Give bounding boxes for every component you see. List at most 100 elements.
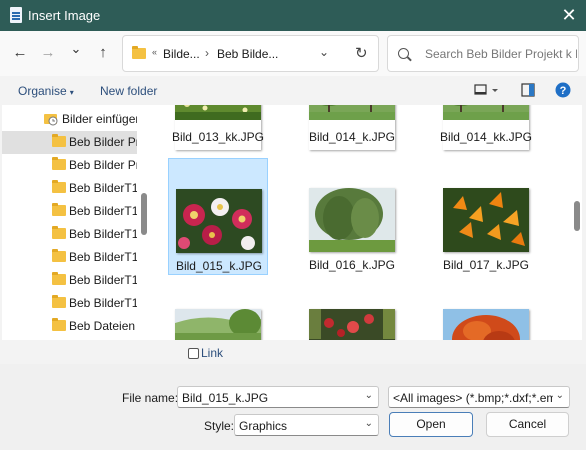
folder-icon <box>52 295 66 308</box>
folder-icon <box>52 318 66 331</box>
help-icon: ? <box>555 82 571 98</box>
chevron-down-icon[interactable]: ⌄ <box>319 45 329 59</box>
bottom-panel: File name: Bild_015_k.JPG ⌄ <All images>… <box>0 364 586 450</box>
navigation-scrollbar[interactable] <box>140 105 149 340</box>
folder-icon <box>52 226 66 239</box>
file-name: Bild_014_k.JPG <box>308 130 396 144</box>
tree-item-label: Beb BilderT1 <box>69 296 137 310</box>
preview-pane-button[interactable] <box>521 83 535 100</box>
content-area: Bilder einfügen Beb Bilder Pro Beb Bilde… <box>2 105 582 340</box>
caret-down-icon: ▾ <box>69 88 74 97</box>
chevron-down-icon[interactable]: ⌄ <box>365 418 373 429</box>
file-tile-selected[interactable]: Bild_015_k.JPG <box>168 158 268 275</box>
folder-icon <box>52 272 66 285</box>
window-title: Insert Image <box>28 8 101 23</box>
tree-item[interactable]: Beb BilderT1 <box>2 292 137 315</box>
document-icon <box>10 7 22 23</box>
search-placeholder[interactable]: Search Beb Bilder Projekt k L... <box>425 47 577 61</box>
file-tile[interactable]: Bild_016_k.JPG <box>302 158 402 275</box>
svg-text:?: ? <box>560 85 567 97</box>
folder-icon <box>52 180 66 193</box>
navigation-pane[interactable]: Bilder einfügen Beb Bilder Pro Beb Bilde… <box>2 105 149 340</box>
file-name-combobox[interactable]: Bild_015_k.JPG ⌄ <box>177 386 379 408</box>
tree-item[interactable]: Beb BilderT1 <box>2 223 137 246</box>
address-bar[interactable]: « Bilde... › Beb Bilde... ⌄ ↻ <box>122 35 379 72</box>
navigation-bar: ← → ⌄ ↑ « Bilde... › Beb Bilde... ⌄ ↻ Se… <box>0 31 586 76</box>
link-checkbox[interactable] <box>188 348 199 359</box>
folder-icon <box>52 203 66 216</box>
special-folder-icon <box>44 114 58 126</box>
file-type-select[interactable]: <All images> (*.bmp;*.dxf;*.emf ⌄ <box>388 386 570 408</box>
breadcrumb-segment[interactable]: Beb Bilde... <box>217 47 278 61</box>
tree-item-label: Beb Dateien I <box>69 319 137 333</box>
folder-icon <box>52 134 66 147</box>
organise-button[interactable]: Organise ▾ <box>18 84 74 98</box>
pink-dahlias-photo <box>176 189 262 253</box>
orange-lilies-photo <box>443 188 529 252</box>
red-berries-photo <box>309 309 395 340</box>
refresh-icon[interactable]: ↻ <box>355 44 368 62</box>
search-box[interactable]: Search Beb Bilder Projekt k L... <box>387 35 579 72</box>
file-name: Bild_014_kk.JPG <box>439 130 533 144</box>
view-options-button[interactable] <box>474 84 500 101</box>
tree-item[interactable]: Beb BilderT1 <box>2 269 137 292</box>
chevron-down-icon[interactable]: ⌄ <box>365 390 373 401</box>
chevron-down-icon[interactable]: ⌄ <box>556 390 564 401</box>
file-tile[interactable] <box>436 279 536 340</box>
command-bar: Organise ▾ New folder ? <box>0 76 586 105</box>
chevron-right-icon[interactable]: › <box>205 46 209 60</box>
tree-item[interactable]: Beb Dateien I <box>2 315 137 338</box>
file-tile[interactable] <box>168 279 268 340</box>
view-icon <box>474 84 498 95</box>
hill-landscape-photo <box>175 309 261 340</box>
tree-item-label: Beb BilderT1 <box>69 204 137 218</box>
preview-pane-icon <box>521 83 535 97</box>
file-name: Bild_016_k.JPG <box>308 258 396 272</box>
recent-locations-icon[interactable]: ⌄ <box>66 39 86 59</box>
tree-item-selected[interactable]: Beb Bilder Pro <box>2 131 137 154</box>
link-row: Link <box>0 340 586 364</box>
breadcrumb-segment[interactable]: Bilde... <box>163 47 200 61</box>
tree-item[interactable]: Beb Bilder Pro <box>2 154 137 177</box>
autumn-tree-photo <box>443 309 529 340</box>
file-name-label: File name: <box>122 391 179 405</box>
up-arrow-icon[interactable]: ↑ <box>93 43 113 63</box>
scrollbar-thumb[interactable] <box>574 201 580 231</box>
tree-item-label: Beb BilderT1 <box>69 273 137 287</box>
tree-item[interactable]: Beb BilderT1 <box>2 246 137 269</box>
cancel-button[interactable]: Cancel <box>486 412 569 437</box>
file-tile[interactable]: Bild_017_k.JPG <box>436 158 536 275</box>
tree-item-label: Beb Bilder Pro <box>69 158 137 172</box>
tree-item-label: Beb BilderT1 <box>69 250 137 264</box>
file-name: Bild_017_k.JPG <box>442 258 530 272</box>
file-name: Bild_015_k.JPG <box>175 259 263 273</box>
title-bar: Insert Image ✕ <box>0 0 586 31</box>
tree-item-label: Beb Bilder Pro <box>69 135 137 149</box>
open-button[interactable]: Open <box>389 412 473 437</box>
tree-item-label: Bilder einfügen <box>62 112 137 126</box>
forward-arrow-icon[interactable]: → <box>38 43 58 63</box>
file-grid-scrollbar[interactable] <box>572 105 582 340</box>
scrollbar-thumb[interactable] <box>141 193 147 235</box>
tree-item-label: Beb BilderT1 <box>69 227 137 241</box>
file-type-value: <All images> (*.bmp;*.dxf;*.emf <box>393 391 553 405</box>
close-button[interactable]: ✕ <box>552 0 586 31</box>
folder-icon <box>52 249 66 262</box>
style-value: Graphics <box>239 419 288 433</box>
style-label: Style: <box>204 419 235 433</box>
file-name: Bild_013_kk.JPG <box>171 130 265 144</box>
overflow-icon[interactable]: « <box>152 47 157 57</box>
back-arrow-icon[interactable]: ← <box>10 43 30 63</box>
weeping-willow-photo <box>309 188 395 252</box>
help-button[interactable]: ? <box>555 82 571 101</box>
file-grid: Bild_013_kk.JPG Bild_014_k.JPG Bild_014_… <box>152 105 570 340</box>
folder-icon <box>132 46 146 59</box>
tree-item[interactable]: Beb BilderT1 <box>2 200 137 223</box>
file-name-value[interactable]: Bild_015_k.JPG <box>182 391 268 405</box>
tree-item[interactable]: Bilder einfügen <box>2 108 137 131</box>
new-folder-button[interactable]: New folder <box>100 84 157 98</box>
tree-item[interactable]: Beb BilderT1 <box>2 177 137 200</box>
style-select[interactable]: Graphics ⌄ <box>234 414 379 436</box>
file-tile[interactable] <box>302 279 402 340</box>
link-checkbox-label[interactable]: Link <box>201 346 223 360</box>
